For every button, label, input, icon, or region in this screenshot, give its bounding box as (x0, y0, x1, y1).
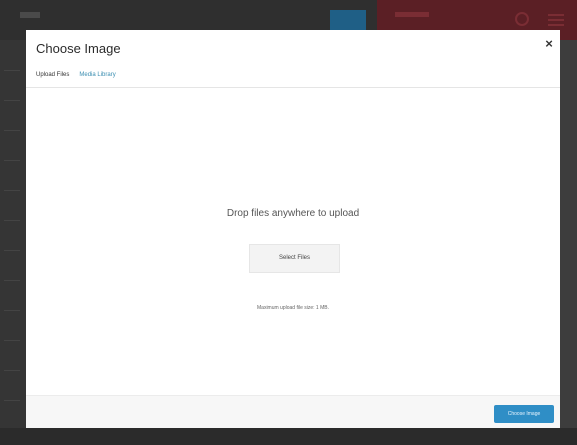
choose-image-button[interactable]: Choose Image (494, 405, 554, 423)
sidebar-line (4, 250, 20, 251)
close-icon[interactable]: × (542, 37, 556, 51)
background-right-edge (560, 40, 577, 445)
max-upload-size-text: Maximum upload file size: 1 MB. (257, 305, 329, 311)
choose-image-modal: Choose Image × Upload Files Media Librar… (26, 30, 560, 428)
modal-title: Choose Image (36, 41, 121, 56)
sidebar-line (4, 400, 20, 401)
sidebar-line (4, 280, 20, 281)
sidebar-line (4, 220, 20, 221)
background-sidebar (0, 40, 26, 445)
sidebar-line (4, 370, 20, 371)
sidebar-line (4, 130, 20, 131)
tab-upload-files[interactable]: Upload Files (36, 68, 69, 82)
sidebar-line (4, 340, 20, 341)
modal-footer: Choose Image (26, 395, 560, 428)
sidebar-line (4, 100, 20, 101)
sidebar-line (4, 190, 20, 191)
drop-files-text: Drop files anywhere to upload (226, 208, 360, 219)
background-bottom (0, 428, 577, 445)
background-red-label (395, 12, 429, 17)
select-files-button[interactable]: Select Files (249, 244, 340, 273)
modal-tabs: Upload Files Media Library (36, 68, 116, 82)
menu-icon (548, 14, 564, 26)
tab-media-library[interactable]: Media Library (79, 68, 115, 82)
sidebar-line (4, 160, 20, 161)
background-button (330, 10, 366, 30)
tabs-divider (26, 87, 560, 88)
background-logo (20, 12, 40, 18)
search-icon (515, 12, 529, 26)
sidebar-line (4, 70, 20, 71)
sidebar-line (4, 310, 20, 311)
